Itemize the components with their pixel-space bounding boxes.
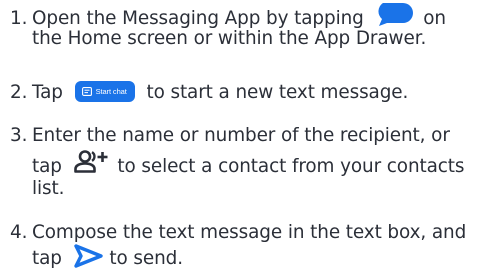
add-contact-icon [73, 149, 110, 175]
chat-icon [81, 86, 92, 96]
step-number: 4. [10, 222, 28, 243]
start-chat-label: Start chat [95, 86, 127, 96]
step-text: Compose the text message in the text box… [32, 222, 467, 243]
step-text: the Home screen or within the App Drawer… [32, 28, 427, 49]
step-text: tap [32, 248, 62, 269]
start-chat-button: Start chat [74, 80, 135, 102]
step-4-line-2: tap to send. [32, 243, 183, 272]
step-text: to select a contact from your contacts [117, 156, 465, 177]
step-1-line-2: the Home screen or within the App Drawer… [32, 26, 426, 52]
step-number: 2. [10, 82, 28, 103]
messages-bubble-icon [373, 1, 414, 27]
step-3-line-3: list. [32, 176, 64, 202]
step-2-line-1: Tap Start chat to start a new text messa… [32, 80, 408, 106]
step-text: to send. [109, 248, 183, 269]
step-text: Tap [32, 82, 63, 103]
step-3-line-2: tap to select a contact from your contac… [32, 150, 465, 180]
step-text: Enter the name or number of the recipien… [32, 125, 450, 146]
step-number: 1. [10, 8, 28, 29]
step-text: list. [32, 178, 65, 199]
step-text: on [423, 8, 446, 29]
step-number: 3. [10, 125, 28, 146]
send-arrow-icon [72, 243, 104, 269]
step-text: tap [32, 156, 62, 177]
step-3-line-1: Enter the name or number of the recipien… [32, 123, 450, 149]
step-text: to start a new text message. [146, 82, 409, 103]
